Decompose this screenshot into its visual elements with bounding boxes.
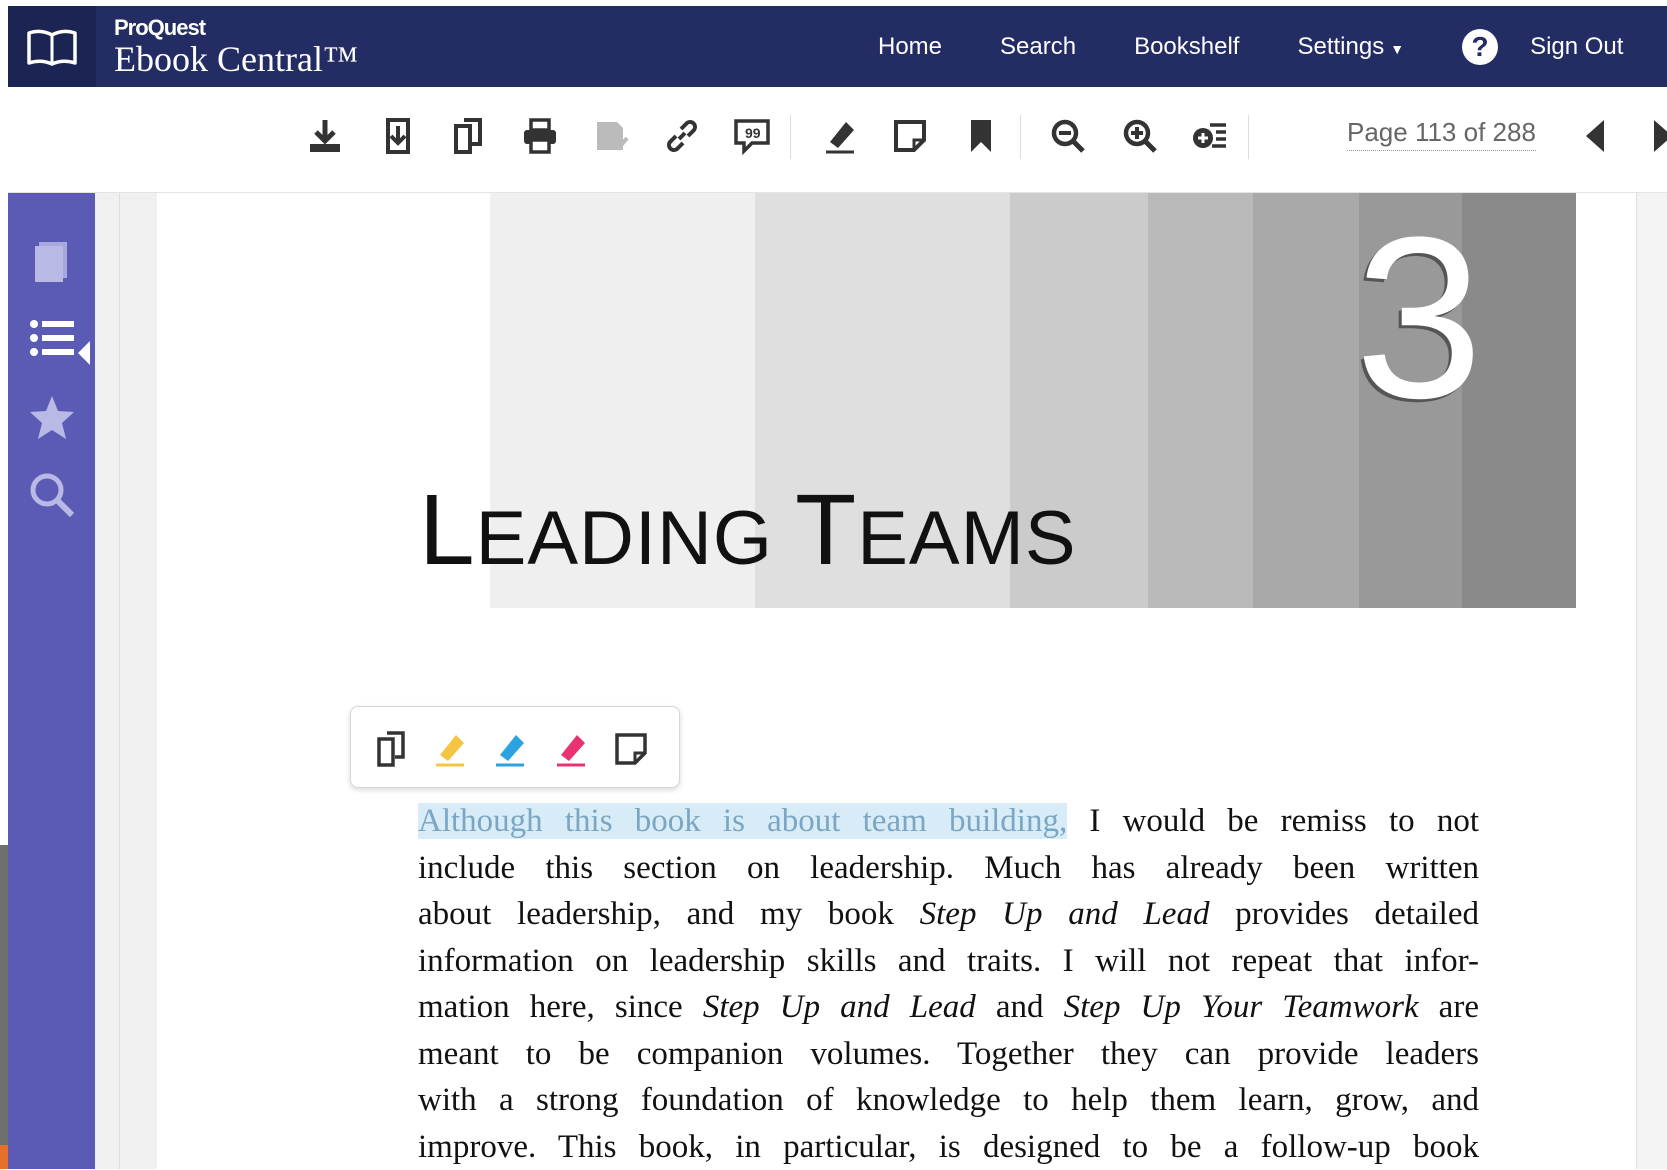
sidebar-active-indicator (78, 341, 90, 365)
text-fragment: about leadership, and my book (418, 896, 920, 932)
zoom-in-icon[interactable] (1118, 114, 1162, 158)
text-line: about leadership, and my book Step Up an… (418, 891, 1479, 938)
gutter-divider (119, 193, 120, 1169)
chapter-title: LEADING TEAMS (419, 473, 1077, 588)
nav-search-link[interactable]: Search (1000, 33, 1076, 61)
next-page-icon[interactable] (1646, 114, 1667, 158)
text-line: include this section on leadership. Much… (418, 845, 1479, 892)
bookmark-icon[interactable] (959, 114, 1003, 158)
search-icon[interactable] (26, 469, 78, 521)
selected-text-highlight[interactable]: Although this book is about team buildin… (418, 803, 1067, 839)
book-title-italic: Step Up Your Teamwork (1064, 989, 1419, 1025)
download-chapter-icon[interactable] (376, 114, 420, 158)
settings-label: Settings (1297, 33, 1384, 60)
chapter-title-initial: T (795, 474, 857, 586)
chapter-title-part: EAMS (857, 496, 1076, 581)
download-icon[interactable] (303, 114, 347, 158)
note-icon[interactable] (609, 727, 653, 771)
book-title-italic: Step Up and Lead (920, 896, 1210, 932)
selection-popover (350, 706, 680, 788)
window-edge (0, 845, 8, 1169)
window-edge-accent (0, 1145, 8, 1169)
book-title-italic: Step Up and Lead (703, 989, 976, 1025)
text-fragment: and (976, 989, 1064, 1025)
highlight-icon[interactable] (818, 114, 862, 158)
caret-down-icon: ▼ (1390, 41, 1404, 57)
page-gutter-right (1636, 193, 1667, 1169)
page-indicator[interactable]: Page 113 of 288 (1347, 117, 1536, 151)
top-navigation-bar: ProQuest Ebook Central™ Home Search Book… (8, 6, 1667, 87)
highlight-pink-icon[interactable] (549, 727, 593, 771)
copy-icon[interactable] (446, 114, 490, 158)
toolbar-separator (1248, 115, 1249, 159)
book-page: 3 LEADING TEAMS Although this book is ab… (157, 193, 1636, 1169)
nav-settings-dropdown[interactable]: Settings ▼ (1297, 33, 1404, 61)
toolbar-separator (790, 115, 791, 159)
previous-page-icon[interactable] (1574, 114, 1618, 158)
text-line: meant to be companion volumes. Together … (418, 1031, 1479, 1078)
nav-links: Home Search Bookshelf Settings ▼ ? Sign O… (878, 6, 1623, 87)
highlight-yellow-icon[interactable] (428, 727, 472, 771)
nav-signout-link[interactable]: Sign Out (1530, 33, 1623, 61)
book-logo-icon[interactable] (8, 6, 96, 87)
table-of-contents-icon[interactable] (26, 312, 78, 364)
chapter-banner: 3 LEADING TEAMS (157, 193, 1576, 608)
chapter-number: 3 (1355, 203, 1483, 433)
text-line: improve. This book, in particular, is de… (418, 1124, 1479, 1170)
book-icon[interactable] (26, 233, 78, 285)
chapter-title-initial: L (419, 474, 476, 586)
left-sidebar (8, 193, 95, 1169)
help-icon[interactable]: ? (1462, 29, 1498, 65)
highlight-blue-icon[interactable] (488, 727, 532, 771)
copy-icon[interactable] (369, 727, 413, 771)
favorites-star-icon[interactable] (26, 392, 78, 444)
reader-toolbar: 99 Page 113 of 288 (8, 87, 1667, 193)
text-fragment: mation here, since (418, 989, 703, 1025)
zoom-out-icon[interactable] (1046, 114, 1090, 158)
text-line: with a strong foundation of knowledge to… (418, 1077, 1479, 1124)
page-gutter-left (95, 193, 157, 1169)
link-icon[interactable] (660, 114, 704, 158)
text-fragment: provides detailed (1209, 896, 1479, 932)
brand-logo[interactable]: ProQuest Ebook Central™ (114, 17, 358, 77)
chapter-title-part: EADING (476, 496, 796, 581)
nav-bookshelf-link[interactable]: Bookshelf (1134, 33, 1239, 61)
text-fragment: are (1419, 989, 1479, 1025)
export-citation-icon[interactable] (589, 114, 633, 158)
print-icon[interactable] (518, 114, 562, 158)
brand-small: ProQuest (114, 17, 358, 39)
banner-stripe (1253, 193, 1359, 608)
text-fragment: I would be remiss to not (1067, 803, 1479, 839)
text-line: mation here, since Step Up and Lead and … (418, 984, 1479, 1031)
brand-main: Ebook Central™ (114, 41, 358, 77)
text-line: Although this book is about team buildin… (418, 798, 1479, 845)
nav-home-link[interactable]: Home (878, 33, 942, 61)
page-body-text[interactable]: Although this book is about team buildin… (418, 798, 1479, 1170)
fit-page-icon[interactable] (1188, 114, 1232, 158)
svg-text:99: 99 (745, 125, 761, 141)
banner-stripe (1148, 193, 1253, 608)
cite-icon[interactable]: 99 (730, 114, 774, 158)
text-line: information on leadership skills and tra… (418, 938, 1479, 985)
note-icon[interactable] (888, 114, 932, 158)
toolbar-separator (1020, 115, 1021, 159)
